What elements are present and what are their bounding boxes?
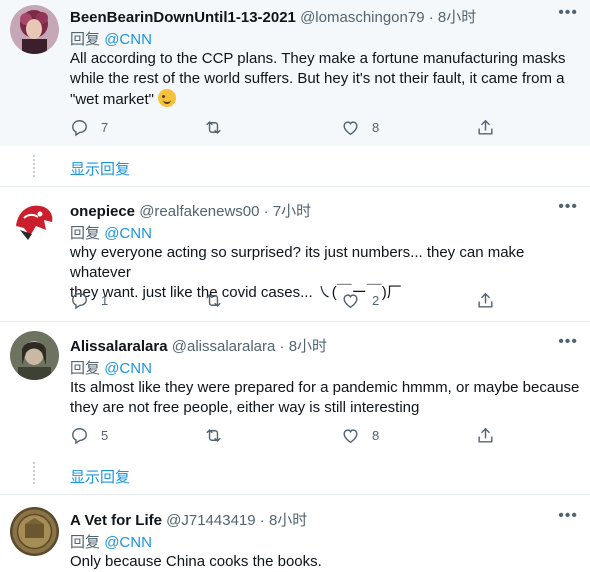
tweet-actions: 7 8: [70, 118, 510, 138]
reply-icon: [72, 120, 87, 137]
like-count: 2: [372, 293, 380, 308]
timestamp[interactable]: · 8小时: [260, 512, 308, 529]
retweet-icon: [206, 121, 221, 134]
tweet-text-line: why everyone acting so surprised? its ju…: [70, 244, 525, 281]
heart-icon: [343, 294, 358, 309]
timestamp[interactable]: · 7小时: [264, 203, 312, 220]
tweet-text-line-last: "wet market": [70, 89, 580, 110]
show-replies-link[interactable]: 显示回复: [70, 466, 130, 487]
like-button[interactable]: 8: [341, 118, 379, 137]
user-handle[interactable]: @J71443419: [166, 512, 255, 529]
share-button[interactable]: [476, 118, 495, 137]
more-options-icon[interactable]: •••: [558, 507, 578, 525]
show-replies-link[interactable]: 显示回复: [70, 158, 130, 179]
tweet-4[interactable]: A Vet for Life @J71443419 · 8小时 ••• 回复 @…: [0, 495, 590, 570]
heart-icon: [343, 121, 358, 136]
tweet-text-line: Its almost like they were prepared for a…: [70, 379, 580, 396]
reply-button[interactable]: 5: [70, 426, 108, 445]
avatar[interactable]: [10, 331, 59, 380]
user-handle[interactable]: @alissalaralara: [172, 338, 276, 355]
like-button[interactable]: 2: [341, 291, 379, 310]
tweet-text: All according to the CCP plans. They mak…: [70, 49, 580, 110]
tweet-header: onepiece @realfakenews00 · 7小时: [70, 200, 311, 221]
tweet-text-line: Only because China cooks the books.: [70, 553, 322, 570]
reply-icon: [72, 428, 87, 445]
reply-count: 1: [101, 293, 109, 308]
share-button[interactable]: [476, 291, 495, 310]
reply-to-mention[interactable]: @CNN: [104, 225, 152, 242]
reply-count: 7: [101, 120, 109, 135]
reply-to-mention[interactable]: @CNN: [104, 31, 152, 48]
user-handle[interactable]: @realfakenews00: [139, 203, 259, 220]
avatar[interactable]: [10, 5, 59, 54]
reply-to-line: 回复 @CNN: [70, 222, 152, 243]
retweet-button[interactable]: [204, 118, 223, 137]
like-count: 8: [372, 120, 380, 135]
tweet-text: Only because China cooks the books.: [70, 552, 580, 572]
tweet-text-line: they are not free people, either way is …: [70, 399, 420, 416]
timestamp[interactable]: · 8小时: [429, 9, 477, 26]
tweet-header: Alissalaralara @alissalaralara · 8小时: [70, 335, 327, 356]
reply-prefix: 回复: [70, 534, 101, 551]
reply-to-line: 回复 @CNN: [70, 531, 152, 552]
share-button[interactable]: [476, 426, 495, 445]
thread-dots: [33, 462, 37, 484]
retweet-button[interactable]: [204, 426, 223, 445]
share-icon: [478, 293, 493, 308]
more-options-icon[interactable]: •••: [558, 198, 578, 216]
thread-dots: [33, 155, 37, 177]
tweet-actions: 5 8: [70, 426, 510, 446]
display-name[interactable]: A Vet for Life: [70, 512, 162, 529]
retweet-icon: [206, 294, 221, 307]
more-options-icon[interactable]: •••: [558, 4, 578, 22]
reply-button[interactable]: 7: [70, 118, 108, 137]
winking-face-emoji: [158, 89, 177, 107]
tweet-text-line: All according to the CCP plans. They mak…: [70, 50, 566, 67]
tweet-header: BeenBearinDownUntil1-13-2021 @lomasching…: [70, 6, 476, 27]
display-name[interactable]: onepiece: [70, 203, 135, 220]
tweet-2[interactable]: onepiece @realfakenews00 · 7小时 ••• 回复 @C…: [0, 187, 590, 321]
timestamp[interactable]: · 8小时: [280, 338, 328, 355]
retweet-icon: [206, 429, 221, 442]
avatar[interactable]: [10, 196, 59, 245]
reply-prefix: 回复: [70, 225, 101, 242]
reply-to-line: 回复 @CNN: [70, 357, 152, 378]
like-button[interactable]: 8: [341, 426, 379, 445]
like-count: 8: [372, 428, 380, 443]
retweet-button[interactable]: [204, 291, 223, 310]
avatar[interactable]: [10, 507, 59, 556]
display-name[interactable]: Alissalaralara: [70, 338, 168, 355]
reply-icon: [72, 293, 87, 310]
tweet-text-line: while the rest of the world suffers. But…: [70, 70, 565, 87]
reply-to-line: 回复 @CNN: [70, 28, 152, 49]
more-options-icon[interactable]: •••: [558, 333, 578, 351]
reply-to-mention[interactable]: @CNN: [104, 360, 152, 377]
user-handle[interactable]: @lomaschingon79: [300, 9, 424, 26]
tweet-1[interactable]: BeenBearinDownUntil1-13-2021 @lomasching…: [0, 0, 590, 146]
reply-prefix: 回复: [70, 360, 101, 377]
heart-icon: [343, 429, 358, 444]
reply-to-mention[interactable]: @CNN: [104, 534, 152, 551]
reply-button[interactable]: 1: [70, 291, 108, 310]
share-icon: [478, 120, 493, 135]
tweet-actions: 1 2: [70, 291, 510, 311]
tweet-3[interactable]: Alissalaralara @alissalaralara · 8小时 •••…: [0, 322, 590, 456]
display-name[interactable]: BeenBearinDownUntil1-13-2021: [70, 9, 296, 26]
reply-count: 5: [101, 428, 109, 443]
reply-prefix: 回复: [70, 31, 101, 48]
tweet-text: Its almost like they were prepared for a…: [70, 378, 580, 418]
share-icon: [478, 428, 493, 443]
tweet-header: A Vet for Life @J71443419 · 8小时: [70, 509, 307, 530]
